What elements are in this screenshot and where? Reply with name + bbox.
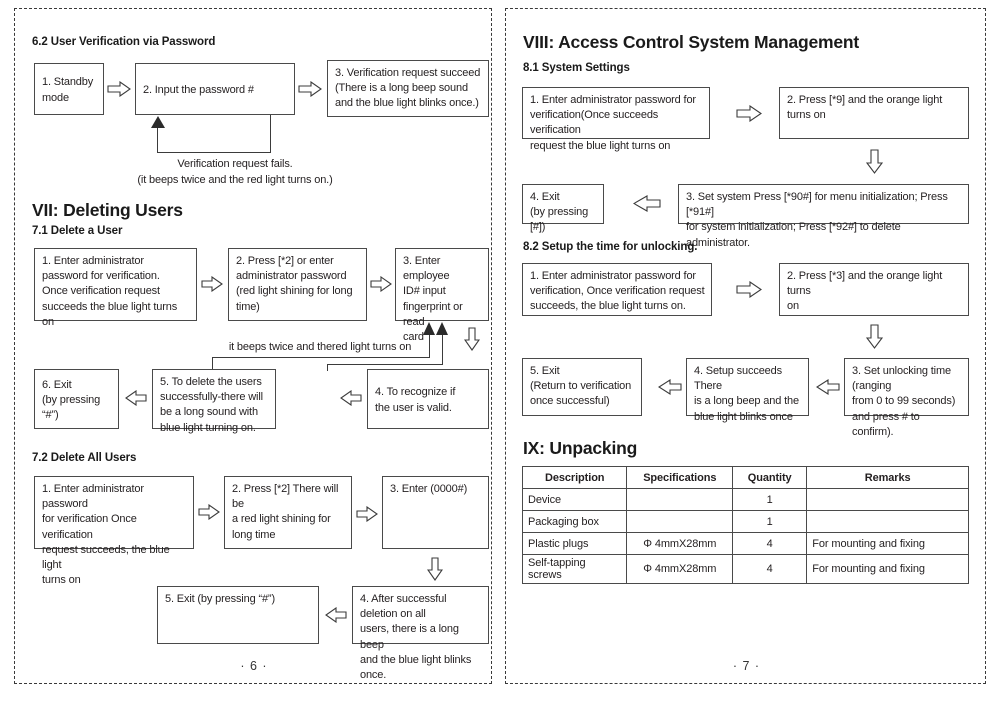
page-number-right: · 7 · [732,659,761,673]
box-82-set-unlocking-time: 3. Set unlocking time (ranging from 0 to… [844,358,969,438]
arrow-right-icon [201,276,223,292]
arrow-down-icon [464,327,480,351]
loop-line-horizontal [212,357,430,359]
box-62-standby-mode: 1. Standby mode [34,63,104,115]
arrow-right-icon [298,81,322,97]
heading-ix: IX: Unpacking [523,438,638,458]
table-header-row: Description Specifications Quantity Rema… [521,466,969,489]
table-cell [626,488,734,511]
box-72-enter-admin-password: 1. Enter administrator password for veri… [34,476,194,586]
arrow-right-icon [107,81,131,97]
heading-7-2: 7.2 Delete All Users [32,452,137,464]
table-cell: For mounting and fixing [806,554,969,584]
heading-vii: VII: Deleting Users [32,200,183,220]
arrow-down-icon [427,557,443,581]
table-col-specifications: Specifications [626,466,734,489]
arrow-right-icon [736,105,762,122]
box-81-press-star9: 2. Press [*9] and the orange light turns… [779,87,969,139]
arrow-left-icon [658,379,682,395]
box-62-verification-succeed: 3. Verification request succeed (There i… [327,60,489,117]
table-cell: 1 [732,488,808,511]
table-cell: Plastic plugs [521,532,628,555]
box-82-exit: 5. Exit (Return to verification once suc… [522,358,642,416]
table-cell: Φ 4mmX28mm [626,532,734,555]
arrow-up-solid-icon [423,322,435,335]
box-82-setup-succeeds: 4. Setup succeeds There is a long beep a… [686,358,809,423]
arrow-left-icon [340,390,362,406]
box-72-enter-0000: 3. Enter (0000#) [382,476,489,549]
box-71-exit: 6. Exit (by pressing “#”) [34,369,119,429]
heading-8-2: 8.2 Setup the time for unlocking. [523,241,698,253]
loop-line-vertical [327,364,329,371]
arrow-right-icon [198,504,220,520]
table-cell [806,488,969,511]
table-cell: Self-tapping screws [521,554,628,584]
caption-71-beeps-twice: it beeps twice and thered light turns on [228,341,412,353]
table-col-quantity: Quantity [732,466,808,489]
heading-6-2: 6.2 User Verification via Password [32,36,216,48]
arrow-left-icon [125,390,147,406]
box-81-set-system: 3. Set system Press [*90#] for menu init… [678,184,969,249]
table-row: Packaging box 1 [521,510,969,533]
box-71-enter-employee-id: 3. Enter employee ID# input fingerprint … [395,248,489,343]
arrow-left-icon [816,379,840,395]
table-row: Plastic plugs Φ 4mmX28mm 4 For mounting and… [521,532,969,555]
caption-62-verification-fails: Verification request fails. (it beeps tw… [137,158,333,186]
table-cell: Packaging box [521,510,628,533]
arrow-down-icon [866,324,883,349]
table-cell: 4 [732,554,808,584]
arrow-left-icon [633,195,661,212]
page-right: VIII: Access Control System Management 8… [505,8,986,684]
table-cell [806,510,969,533]
box-72-deletion-complete: 4. After successful deletion on all user… [352,586,489,681]
heading-8-1: 8.1 System Settings [523,62,630,74]
arrow-right-icon [736,281,762,298]
box-82-press-star3: 2. Press [*3] and the orange light turns… [779,263,969,316]
arrow-down-icon [866,149,883,174]
box-71-enter-admin-password: 1. Enter administrator password for veri… [34,248,197,328]
box-71-press-star2: 2. Press [*2] or enter administrator pas… [228,248,367,321]
box-81-enter-admin-password: 1. Enter administrator password for veri… [522,87,710,152]
arrow-right-icon [356,506,378,522]
heading-viii: VIII: Access Control System Management [523,32,860,52]
box-71-delete-success: 5. To delete the users successfully-ther… [152,369,276,434]
table-cell: 4 [732,532,808,555]
arrow-right-icon [370,276,392,292]
table-cell: Φ 4mmX28mm [626,554,734,584]
page-number-left: · 6 · [240,659,268,673]
loop-line-vertical [442,334,444,365]
box-82-enter-admin-password: 1. Enter administrator password for veri… [522,263,712,316]
arrow-up-solid-icon [151,116,165,128]
page-left: 6.2 User Verification via Password 1. St… [14,8,492,684]
loop-line-horizontal [157,152,271,154]
table-cell: For mounting and fixing [806,532,969,555]
box-72-exit: 5. Exit (by pressing “#”) [157,586,319,644]
box-81-exit: 4. Exit (by pressing [#]) [522,184,604,233]
loop-line-vertical [429,334,431,358]
table-col-remarks: Remarks [806,466,969,489]
table-cell [626,510,734,533]
loop-line-horizontal [327,364,443,366]
table-cell: 1 [732,510,808,533]
heading-7-1: 7.1 Delete a User [32,225,123,237]
arrow-up-solid-icon [436,322,448,335]
table-col-description: Description [521,466,628,489]
table-row: Device 1 [521,488,969,511]
box-72-press-star2: 2. Press [*2] There will be a red light … [224,476,352,549]
box-62-input-password: 2. Input the password # [135,63,295,115]
unpacking-table: Description Specifications Quantity Rema… [521,466,969,584]
loop-line-vertical [270,115,272,153]
table-cell: Device [521,488,628,511]
table-row: Self-tapping screws Φ 4mmX28mm 4 For mounti… [521,554,969,584]
loop-line-vertical [157,126,159,153]
box-71-recognize-user: 4. To recognize if the user is valid. [367,369,489,429]
arrow-left-icon [325,607,347,623]
